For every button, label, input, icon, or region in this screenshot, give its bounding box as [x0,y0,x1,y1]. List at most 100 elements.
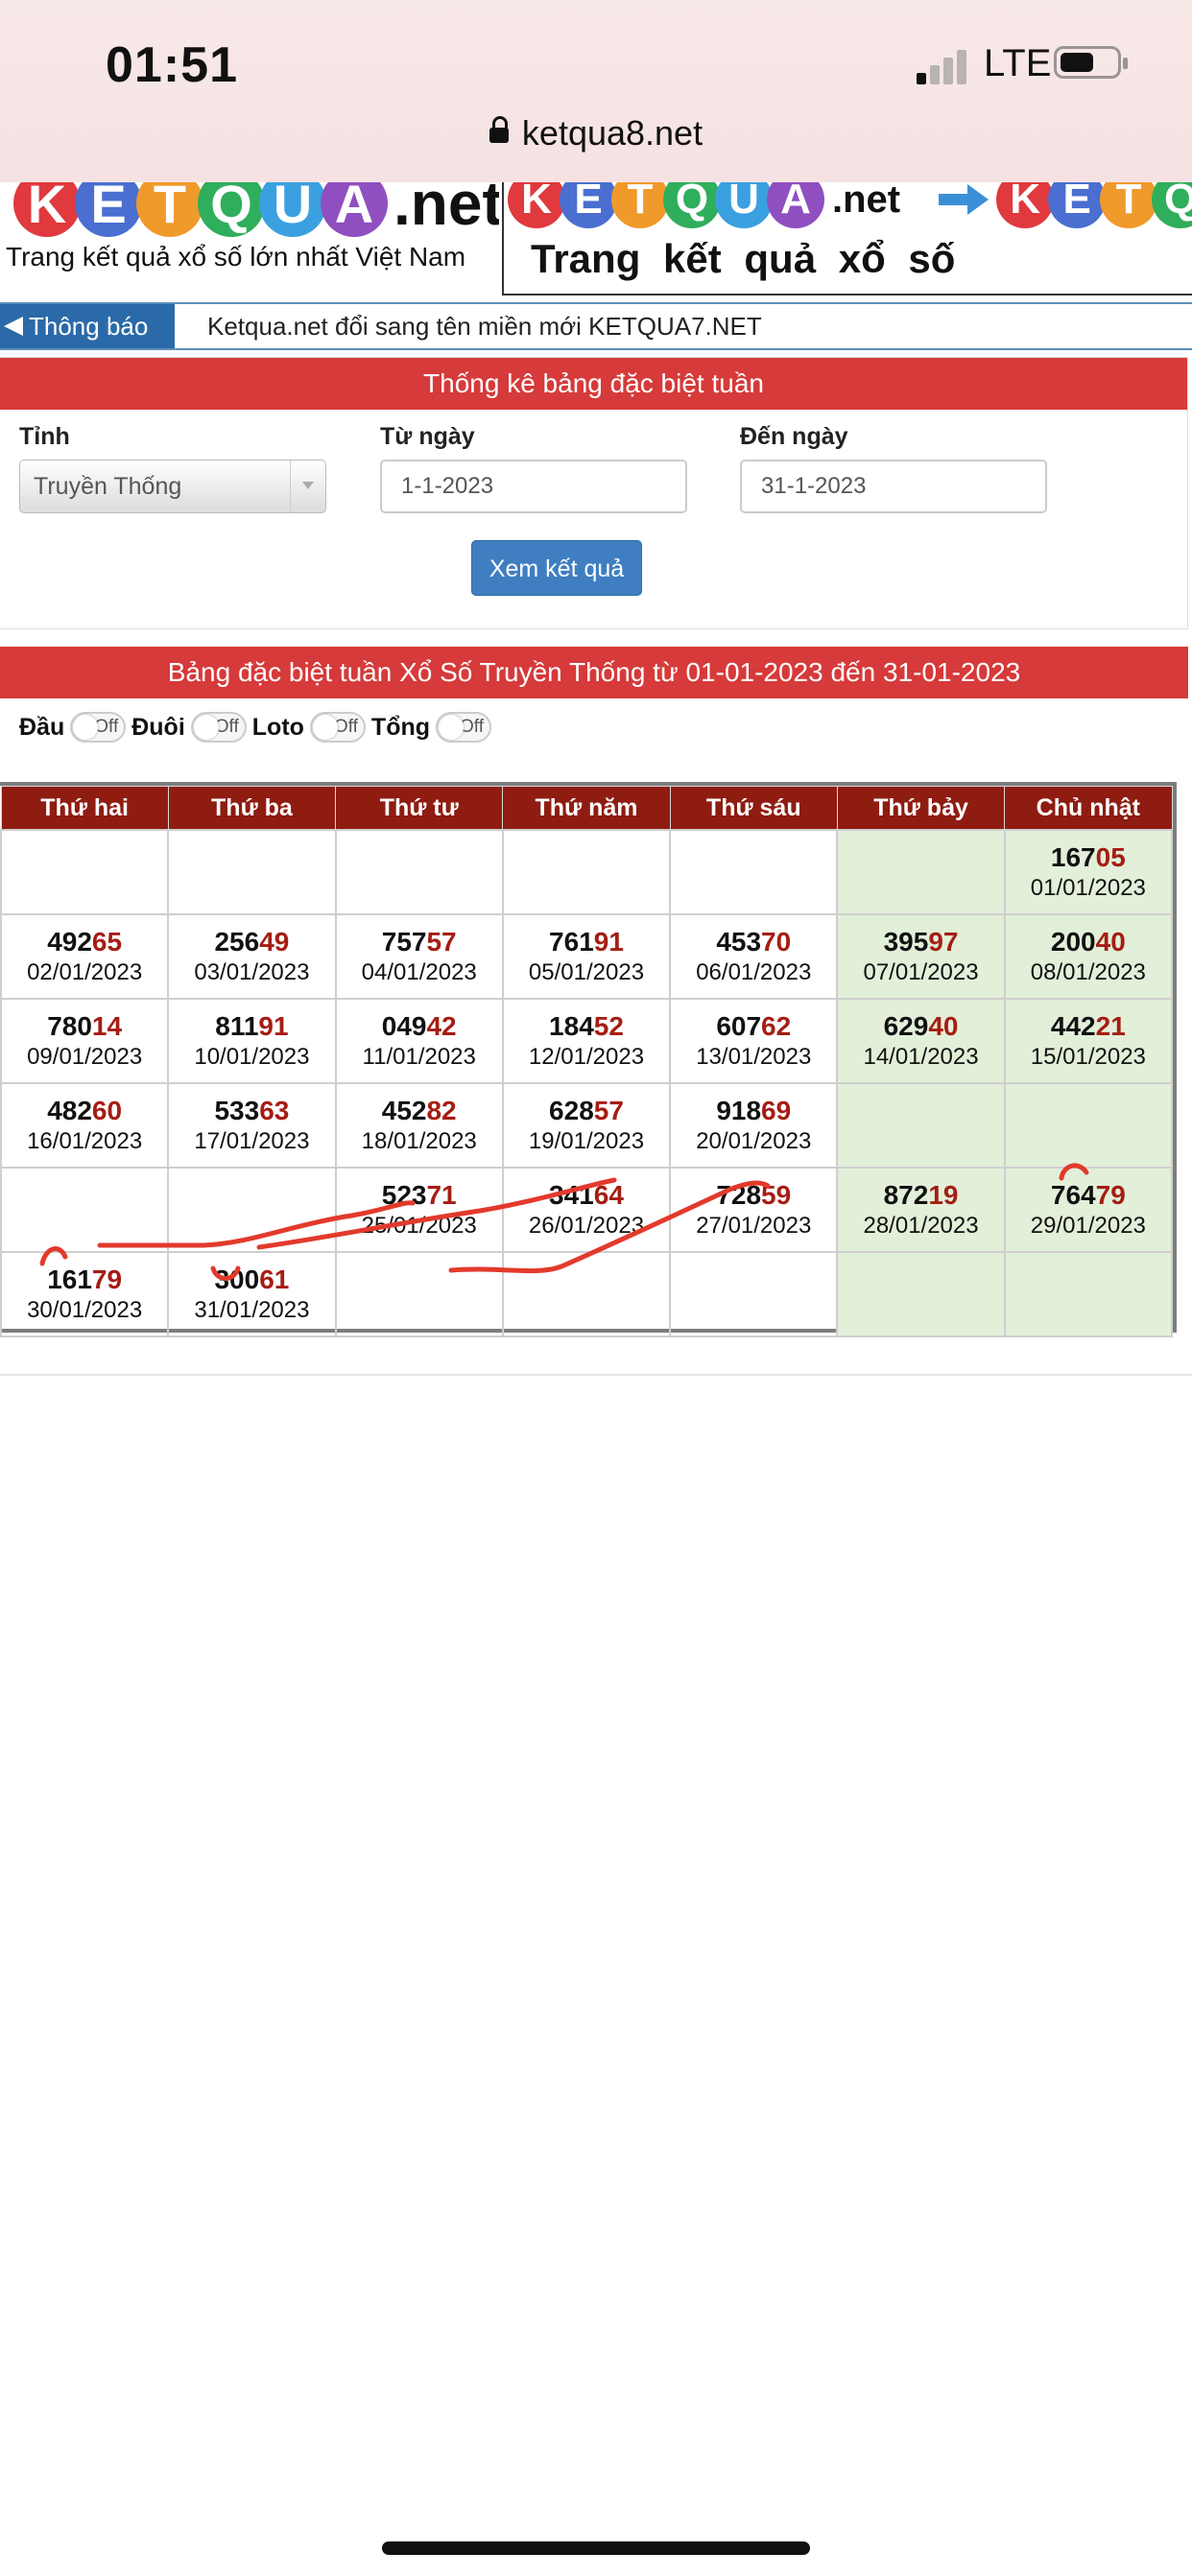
result-date: 11/01/2023 [362,1044,476,1070]
logo-ball: T [1100,182,1158,228]
province-select-value: Truyền Thống [34,473,182,500]
result-tail-digits: 57 [426,927,457,957]
from-date-input[interactable]: 1-1-2023 [380,460,687,513]
result-number: 76191 [549,927,624,957]
column-header: Thứ tư [335,786,504,831]
logo-ball: Q [663,182,721,228]
filter-panel: Thống kê bảng đặc biệt tuần Tỉnh Từ ngày… [0,357,1188,629]
to-date-input[interactable]: 31-1-2023 [740,460,1047,513]
result-tail-digits: 14 [91,1011,123,1041]
result-number: 78014 [47,1011,123,1041]
result-date: 02/01/2023 [27,959,143,985]
to-date-label: Đến ngày [740,423,848,450]
result-tail-digits: 64 [593,1180,624,1210]
table-row: 78014 09/01/2023 81191 10/01/2023 04942 11/01… [0,998,1174,1084]
result-number: 53363 [214,1096,290,1125]
result-cell [0,829,170,915]
logo-ball: K [508,182,565,228]
notice-label: Thông báo [0,304,175,348]
column-header: Thứ ba [167,786,337,831]
toggle-switch[interactable]: Off [70,712,127,743]
result-date: 15/01/2023 [1030,1044,1146,1070]
result-tail-digits: 40 [928,1011,959,1041]
result-tail-digits: 49 [259,927,290,957]
result-date: 06/01/2023 [696,959,812,985]
result-cell: 39597 07/01/2023 [836,913,1006,1000]
logo-ball: E [75,182,142,237]
result-tail-digits: 63 [259,1096,290,1125]
table-row: 52371 25/01/2023 34164 26/01/2023 72859 27/01… [0,1167,1174,1253]
result-number: 60762 [716,1011,792,1041]
table-row: 16705 01/01/2023 [0,829,1174,915]
site-logo-banner[interactable]: K E T Q U A .net Trang kết quả xổ số lớn nhất … [0,182,499,295]
toggle-label: Loto [251,713,304,741]
url-bar[interactable]: ketqua8.net [0,113,1192,154]
result-cell [1003,1251,1174,1337]
toggle-switch[interactable]: Off [436,712,492,743]
result-number: 34164 [549,1180,624,1210]
result-tail-digits: 57 [593,1096,624,1125]
results-table: Thứ hai Thứ ba Thứ tư Thứ năm Thứ sáu Thứ bảy… [0,782,1177,1337]
result-date: 30/01/2023 [27,1297,143,1323]
result-date: 29/01/2023 [1030,1213,1146,1239]
result-number: 87219 [883,1180,959,1210]
result-date: 04/01/2023 [361,959,477,985]
result-cell [501,1251,672,1337]
result-number: 20040 [1050,927,1126,957]
result-cell: 48260 16/01/2023 [0,1082,170,1169]
result-date: 18/01/2023 [361,1128,477,1154]
result-cell: 62940 14/01/2023 [836,998,1006,1084]
logo: K E T Q U A .net [13,182,499,242]
notice-text[interactable]: Ketqua.net đổi sang tên miền mới KETQUA7… [207,312,762,342]
battery-icon [1054,46,1128,79]
result-number: 62940 [883,1011,959,1041]
lock-icon [489,116,509,143]
result-number: 44221 [1050,1011,1126,1041]
result-cell: 45282 18/01/2023 [334,1082,504,1169]
result-number: 25649 [214,927,290,957]
result-tail-digits: 19 [928,1180,959,1210]
result-tail-digits: 21 [1095,1011,1126,1041]
result-cell: 81191 10/01/2023 [167,998,337,1084]
toggle-label: Tổng [370,713,431,741]
result-cell: 04942 11/01/2023 [334,998,504,1084]
result-cell: 34164 26/01/2023 [501,1167,672,1253]
logo-ball: K [13,182,81,237]
result-date: 19/01/2023 [528,1128,645,1154]
column-header: Chủ nhật [1004,786,1173,831]
result-cell: 53363 17/01/2023 [167,1082,337,1169]
view-results-button[interactable]: Xem kết quả [471,540,642,596]
result-date: 28/01/2023 [863,1213,979,1239]
result-number: 04942 [381,1011,457,1041]
result-tail-digits: 97 [928,927,959,957]
signal-icon [917,46,974,84]
result-number: 75757 [381,927,457,957]
result-cell: 30061 31/01/2023 [167,1251,337,1337]
table-row: 16179 30/01/2023 30061 31/01/2023 [0,1251,1174,1337]
result-tail-digits: 71 [426,1180,457,1210]
result-cell [836,1082,1006,1169]
result-number: 91869 [716,1096,792,1125]
result-tail-digits: 82 [426,1096,457,1125]
notice-label-text: Thông báo [29,311,149,341]
logo-ball: Q [1152,182,1192,228]
province-select[interactable]: Truyền Thống [19,460,326,513]
result-cell: 75757 04/01/2023 [334,913,504,1000]
divider [0,1374,1192,1376]
result-date: 31/01/2023 [194,1297,310,1323]
result-date: 25/01/2023 [361,1213,477,1239]
home-indicator[interactable] [382,2541,810,2555]
ad-banner[interactable]: KETQUA.netKETQ Trang kết quả xổ số [502,182,1192,295]
result-date: 27/01/2023 [696,1213,812,1239]
result-tail-digits: 65 [91,927,123,957]
toggle-switch[interactable]: Off [190,712,247,743]
result-cell [836,829,1006,915]
toggle-switch[interactable]: Off [309,712,366,743]
ad-tagline: Trang kết quả xổ số [531,236,956,281]
result-cell [501,829,672,915]
result-tail-digits: 42 [426,1011,457,1041]
result-date: 14/01/2023 [863,1044,979,1070]
result-cell: 25649 03/01/2023 [167,913,337,1000]
clock: 01:51 [106,37,238,93]
province-label: Tỉnh [19,423,70,450]
